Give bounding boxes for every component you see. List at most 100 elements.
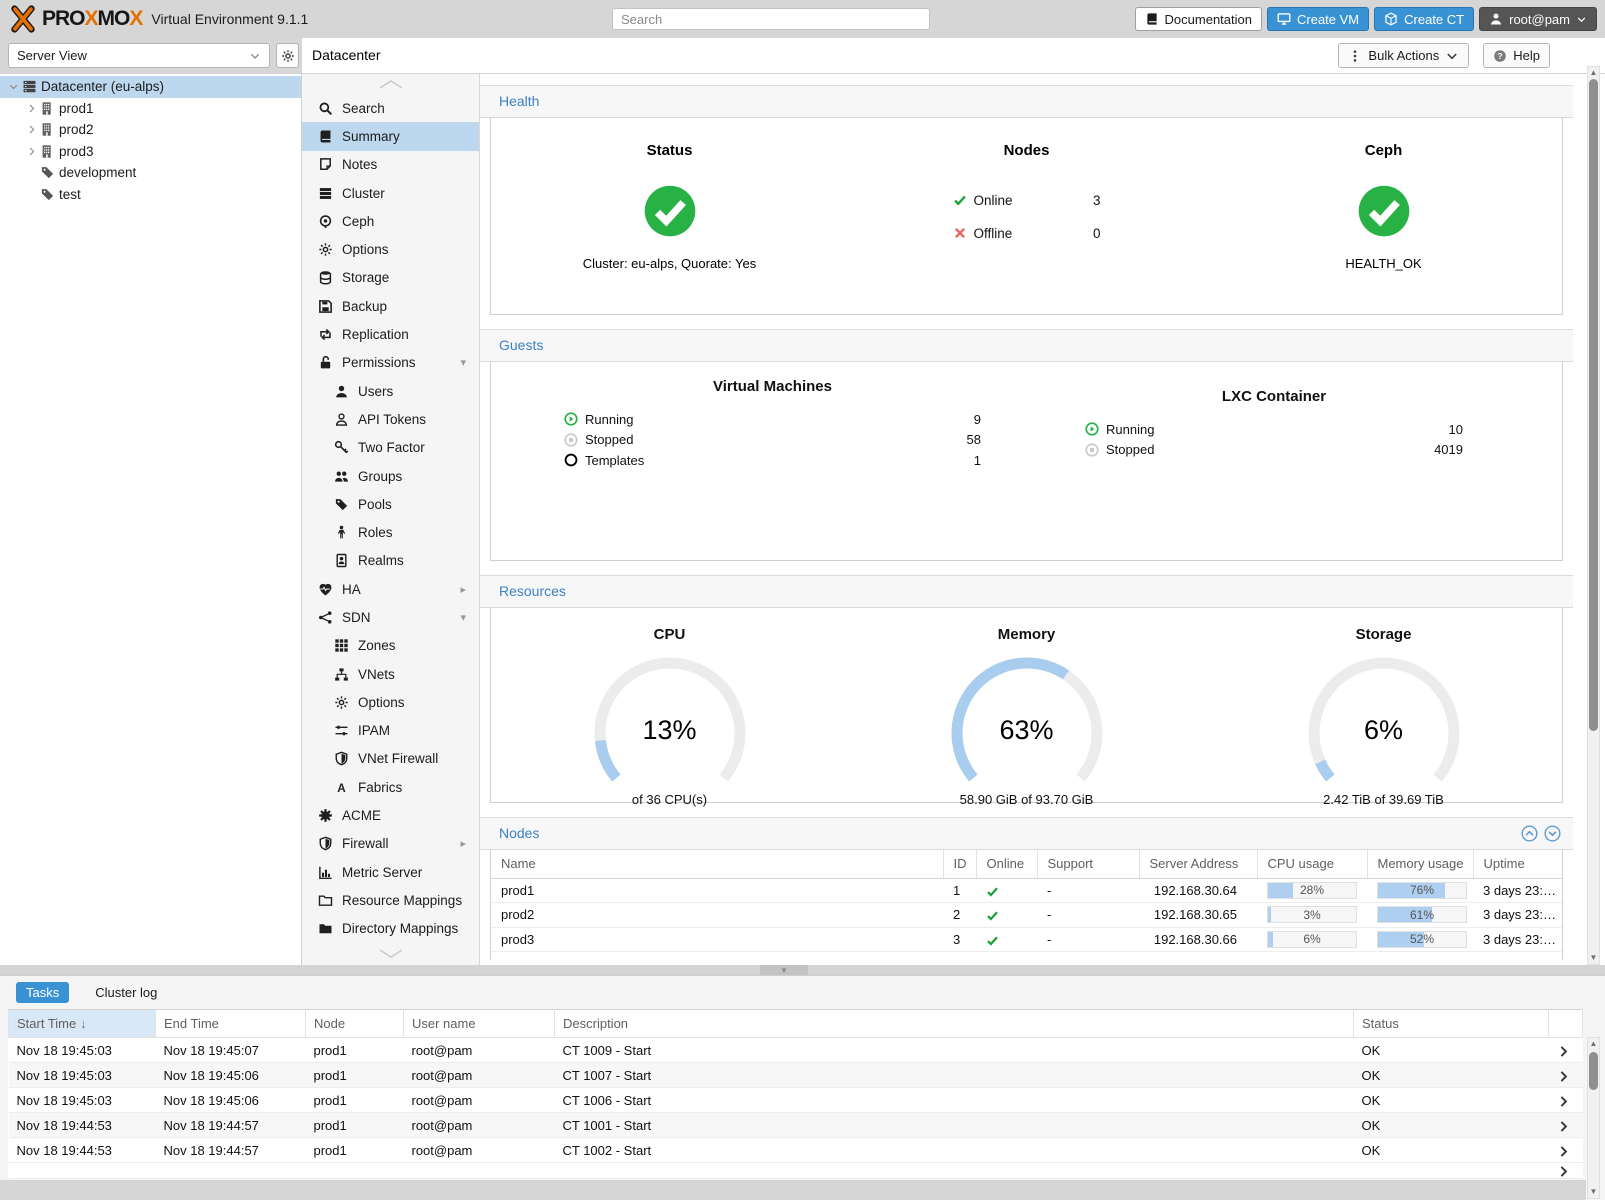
task-node: prod1 — [306, 1088, 404, 1113]
collapse-up-icon[interactable] — [1521, 825, 1538, 842]
node-row-prod1[interactable]: prod11-192.168.30.6428%76%3 days 23:… — [491, 878, 1562, 903]
panel-splitter[interactable]: ▼ — [0, 965, 1605, 975]
tree-item-prod1[interactable]: prod1 — [0, 98, 301, 120]
tree-settings-button[interactable] — [276, 43, 299, 68]
menu-item-replication[interactable]: Replication — [302, 320, 479, 348]
node-row-prod3[interactable]: prod33-192.168.30.666%52%3 days 23:… — [491, 927, 1562, 952]
nodes-col-cpu-usage[interactable]: CPU usage — [1257, 850, 1367, 878]
nodes-col-server-address[interactable]: Server Address — [1139, 850, 1257, 878]
task-detail-chevron-icon[interactable] — [1557, 1120, 1570, 1133]
caret-right-icon[interactable] — [24, 146, 38, 157]
task-row[interactable]: Nov 18 19:44:53Nov 18 19:44:57prod1root@… — [9, 1113, 1583, 1138]
task-row[interactable]: Nov 18 19:45:03Nov 18 19:45:06prod1root@… — [9, 1088, 1583, 1113]
view-selector[interactable]: Server View — [8, 43, 270, 68]
menu-item-acme[interactable]: ACME — [302, 801, 479, 829]
user-menu-button[interactable]: root@pam — [1479, 7, 1597, 31]
task-cell — [306, 1163, 404, 1179]
node-address: 192.168.30.64 — [1139, 878, 1257, 903]
tasks-scrollbar[interactable]: ▲ ▼ — [1587, 1037, 1600, 1199]
menu-item-options[interactable]: Options — [302, 235, 479, 263]
help-button[interactable]: ? Help — [1483, 43, 1550, 68]
menu-item-directory-mappings[interactable]: Directory Mappings — [302, 915, 479, 943]
nodes-col-uptime[interactable]: Uptime — [1473, 850, 1562, 878]
task-row[interactable]: Nov 18 19:45:03Nov 18 19:45:07prod1root@… — [9, 1038, 1583, 1063]
menu-item-permissions[interactable]: Permissions▾ — [302, 349, 479, 377]
tasks-col-end-time[interactable]: End Time — [156, 1010, 306, 1038]
tasks-col-node[interactable]: Node — [306, 1010, 404, 1038]
menu-scroll-up-indicator[interactable] — [302, 78, 479, 92]
menu-item-ha[interactable]: HA▸ — [302, 575, 479, 603]
task-detail-chevron-icon[interactable] — [1557, 1095, 1570, 1108]
splitter-handle[interactable]: ▼ — [760, 965, 808, 975]
tab-tasks[interactable]: Tasks — [16, 982, 69, 1003]
tasks-col-user-name[interactable]: User name — [404, 1010, 555, 1038]
menu-item-users[interactable]: Users — [302, 377, 479, 405]
nodes-col-online[interactable]: Online — [976, 850, 1037, 878]
menu-item-storage[interactable]: Storage — [302, 264, 479, 292]
content-scrollbar-thumb[interactable] — [1589, 79, 1598, 731]
tasks-scrollbar-thumb[interactable] — [1589, 1052, 1598, 1090]
global-search-input[interactable] — [612, 8, 930, 30]
collapse-down-icon[interactable] — [1544, 825, 1561, 842]
tasks-col-status[interactable]: Status — [1354, 1010, 1549, 1038]
scroll-up-arrow[interactable]: ▲ — [1588, 68, 1599, 78]
documentation-button[interactable]: Documentation — [1135, 7, 1262, 31]
tasks-col-description[interactable]: Description — [555, 1010, 1354, 1038]
menu-item-zones[interactable]: Zones — [302, 632, 479, 660]
menu-item-resource-mappings[interactable]: Resource Mappings — [302, 886, 479, 914]
task-row[interactable]: Nov 18 19:44:53Nov 18 19:44:57prod1root@… — [9, 1138, 1583, 1163]
nodes-col-id[interactable]: ID — [943, 850, 976, 878]
menu-item-ipam[interactable]: IPAM — [302, 717, 479, 745]
task-detail-chevron-icon[interactable] — [1557, 1070, 1570, 1083]
task-detail-chevron-icon[interactable] — [1557, 1145, 1570, 1158]
tasks-horizontal-scrollbar[interactable] — [0, 1180, 1586, 1200]
tree-item-datacenter-eu-alps-[interactable]: Datacenter (eu-alps) — [0, 76, 301, 98]
task-row[interactable]: Nov 18 19:45:03Nov 18 19:45:06prod1root@… — [9, 1063, 1583, 1088]
menu-item-vnet-firewall[interactable]: VNet Firewall — [302, 745, 479, 773]
tree-item-test[interactable]: test — [0, 184, 301, 206]
menu-item-api-tokens[interactable]: API Tokens — [302, 405, 479, 433]
menu-item-options[interactable]: Options — [302, 688, 479, 716]
menu-item-backup[interactable]: Backup — [302, 292, 479, 320]
task-detail-chevron-icon[interactable] — [1557, 1165, 1570, 1178]
menu-item-two-factor[interactable]: Two Factor — [302, 434, 479, 462]
menu-item-search[interactable]: Search — [302, 94, 479, 122]
caret-right-icon[interactable] — [24, 103, 38, 114]
nodes-col-memory-usage[interactable]: Memory usage — [1367, 850, 1473, 878]
menu-item-ceph[interactable]: Ceph — [302, 207, 479, 235]
menu-item-realms[interactable]: Realms — [302, 547, 479, 575]
caret-down-icon[interactable] — [6, 81, 20, 92]
caret-right-icon[interactable] — [24, 124, 38, 135]
bulk-actions-button[interactable]: Bulk Actions — [1338, 43, 1469, 68]
menu-item-roles[interactable]: Roles — [302, 518, 479, 546]
scroll-up-arrow[interactable]: ▲ — [1588, 1039, 1599, 1049]
menu-scroll-down-indicator[interactable] — [302, 947, 479, 961]
scroll-down-arrow[interactable]: ▼ — [1588, 953, 1599, 963]
menu-item-firewall[interactable]: Firewall▸ — [302, 830, 479, 858]
menu-item-sdn[interactable]: SDN▾ — [302, 603, 479, 631]
menu-item-fabrics[interactable]: AFabrics — [302, 773, 479, 801]
menu-item-groups[interactable]: Groups — [302, 462, 479, 490]
menu-item-metric-server[interactable]: Metric Server — [302, 858, 479, 886]
nodes-col-support[interactable]: Support — [1037, 850, 1139, 878]
node-id: 1 — [943, 878, 976, 903]
tree-item-prod3[interactable]: prod3 — [0, 141, 301, 163]
create-vm-button[interactable]: Create VM — [1267, 7, 1369, 31]
tasks-col-start-time[interactable]: Start Time↓ — [9, 1010, 156, 1038]
task-row-partial[interactable] — [9, 1163, 1583, 1179]
menu-item-pools[interactable]: Pools — [302, 490, 479, 518]
menu-item-vnets[interactable]: VNets — [302, 660, 479, 688]
content-scrollbar[interactable]: ▲ ▼ — [1587, 66, 1600, 965]
node-row-prod2[interactable]: prod22-192.168.30.653%61%3 days 23:… — [491, 903, 1562, 928]
nodes-col-name[interactable]: Name — [491, 850, 943, 878]
task-detail-chevron-icon[interactable] — [1557, 1045, 1570, 1058]
scroll-down-arrow[interactable]: ▼ — [1588, 1187, 1599, 1197]
create-ct-button[interactable]: Create CT — [1374, 7, 1474, 31]
menu-item-summary[interactable]: Summary — [302, 122, 479, 150]
task-status: OK — [1354, 1038, 1549, 1063]
menu-item-cluster[interactable]: Cluster — [302, 179, 479, 207]
tree-item-development[interactable]: development — [0, 162, 301, 184]
menu-item-notes[interactable]: Notes — [302, 151, 479, 179]
tree-item-prod2[interactable]: prod2 — [0, 119, 301, 141]
tab-cluster-log[interactable]: Cluster log — [85, 982, 167, 1003]
